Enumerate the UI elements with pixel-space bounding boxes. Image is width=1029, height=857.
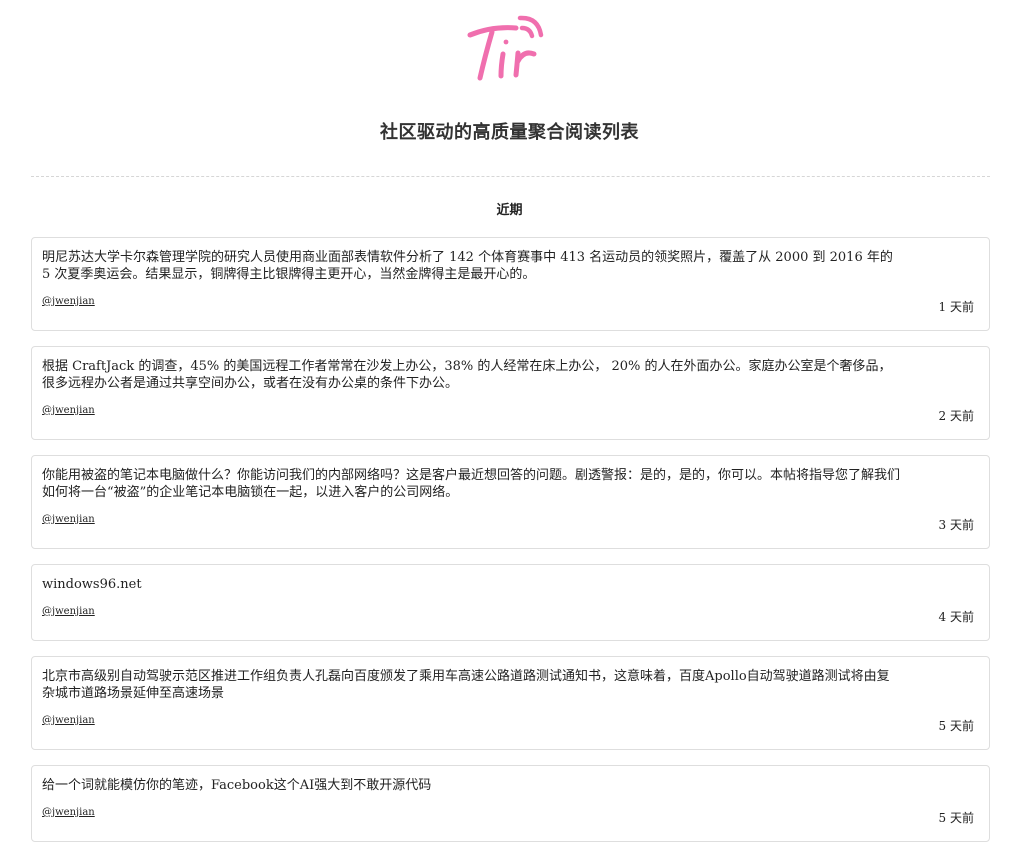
author-link[interactable]: @jwenjian	[42, 715, 95, 727]
item-link[interactable]: 根据 CraftJack 的调查，45% 的美国远程工作者常常在沙发上办公，38…	[42, 358, 902, 392]
author-link[interactable]: @jwenjian	[42, 405, 95, 417]
feed-card: 给一个词就能模仿你的笔迹，Facebook这个AI强大到不敢开源代码 @jwen…	[31, 765, 990, 842]
tir-logo[interactable]	[464, 6, 556, 86]
timestamp: 3 天前	[938, 518, 974, 532]
item-link[interactable]: 给一个词就能模仿你的笔迹，Facebook这个AI强大到不敢开源代码	[42, 777, 902, 794]
timestamp: 2 天前	[938, 409, 974, 423]
item-link[interactable]: 北京市高级别自动驾驶示范区推进工作组负责人孔磊向百度颁发了乘用车高速公路道路测试…	[42, 668, 902, 702]
feed-card: 你能用被盗的笔记本电脑做什么？你能访问我们的内部网络吗？这是客户最近想回答的问题…	[31, 455, 990, 549]
section-title: 近期	[496, 203, 523, 218]
card-footer: @jwenjian 4 天前	[42, 606, 974, 626]
feed-card: 北京市高级别自动驾驶示范区推进工作组负责人孔磊向百度颁发了乘用车高速公路道路测试…	[31, 656, 990, 750]
logo-letters	[467, 25, 537, 81]
divider	[31, 176, 990, 177]
author-link[interactable]: @jwenjian	[42, 606, 95, 618]
card-footer: @jwenjian 5 天前	[42, 807, 974, 827]
timestamp: 1 天前	[938, 300, 974, 314]
item-link[interactable]: 明尼苏达大学卡尔森管理学院的研究人员使用商业面部表情软件分析了 142 个体育赛…	[42, 249, 902, 283]
card-footer: @jwenjian 2 天前	[42, 405, 974, 425]
card-footer: @jwenjian 1 天前	[42, 296, 974, 316]
item-link[interactable]: windows96.net	[42, 576, 902, 593]
author-link[interactable]: @jwenjian	[42, 514, 95, 526]
feed-card: 明尼苏达大学卡尔森管理学院的研究人员使用商业面部表情软件分析了 142 个体育赛…	[31, 237, 990, 331]
site-tagline: 社区驱动的高质量聚合阅读列表	[380, 122, 639, 143]
timestamp: 5 天前	[938, 719, 974, 733]
feed-card: 根据 CraftJack 的调查，45% 的美国远程工作者常常在沙发上办公，38…	[31, 346, 990, 440]
author-link[interactable]: @jwenjian	[42, 807, 95, 819]
item-link[interactable]: 你能用被盗的笔记本电脑做什么？你能访问我们的内部网络吗？这是客户最近想回答的问题…	[42, 467, 902, 501]
timestamp: 4 天前	[938, 610, 974, 624]
timestamp: 5 天前	[938, 811, 974, 825]
card-footer: @jwenjian 3 天前	[42, 514, 974, 534]
card-footer: @jwenjian 5 天前	[42, 715, 974, 735]
feed-list: 明尼苏达大学卡尔森管理学院的研究人员使用商业面部表情软件分析了 142 个体育赛…	[31, 237, 990, 857]
signal-icon	[517, 15, 544, 39]
author-link[interactable]: @jwenjian	[42, 296, 95, 308]
feed-card: windows96.net @jwenjian 4 天前	[31, 564, 990, 641]
